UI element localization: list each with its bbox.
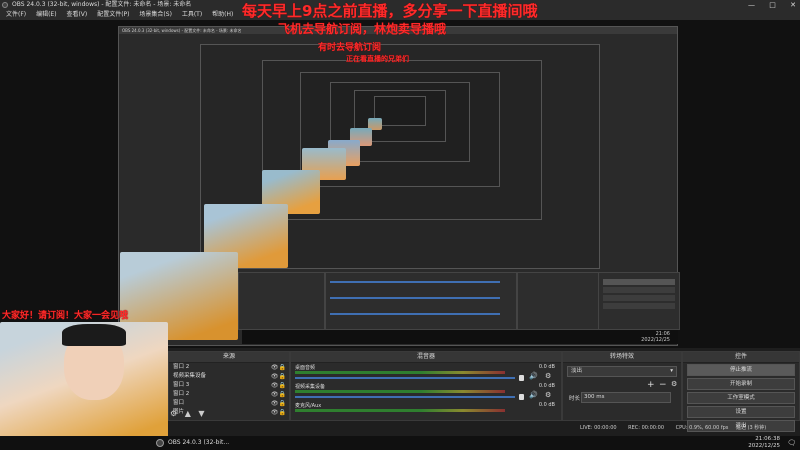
live-timer: LIVE: 00:00:00: [580, 425, 617, 431]
menu-scene-collection[interactable]: 场景集合(S): [139, 11, 172, 18]
controls-dock-title: 控件: [683, 352, 799, 363]
transitions-dock: 转场特效 淡出 ▾ + − ⚙ 时长 300 ms: [562, 351, 682, 421]
obs-app-icon: [2, 2, 8, 8]
volume-meter: [295, 371, 505, 374]
source-item[interactable]: 视频采集设备 👁🔒: [169, 372, 289, 381]
settings-button[interactable]: 设置: [687, 406, 795, 418]
transition-settings-icon[interactable]: ⚙: [671, 380, 677, 388]
taskbar: OBS 24.0.3 (32-bit... 21:06:38 2022/12/2…: [0, 436, 800, 450]
menu-view[interactable]: 查看(V): [66, 11, 87, 18]
move-down-icon[interactable]: ▼: [198, 409, 204, 418]
mixer-channel: 视频采集设备 0.0 dB 🔊 ⚙: [291, 382, 561, 401]
sources-dock-title: 来源: [169, 352, 289, 363]
mixer-channel: 桌面音频 0.0 dB 🔊 ⚙: [291, 363, 561, 382]
status-bar: LIVE: 00:00:00 REC: 00:00:00 CPU: 0.9%, …: [558, 421, 800, 435]
overlay-text-4: 正在看直播的兄弟们: [346, 55, 409, 63]
visibility-lock-icons[interactable]: 👁🔒: [271, 399, 286, 408]
nested-transition-panel: [517, 272, 599, 330]
sources-toolbar: ⚙ ▲ ▼: [170, 409, 205, 418]
nested-date: 2022/12/25: [641, 337, 670, 343]
menu-help[interactable]: 帮助(H): [212, 11, 233, 18]
mixer-channel: 麦克风/Aux 0.0 dB: [291, 401, 561, 420]
taskbar-date: 2022/12/25: [748, 443, 780, 449]
speaker-icon[interactable]: 🔊: [529, 391, 538, 399]
window-title: OBS 24.0.3 (32-bit, windows) - 配置文件: 未命名…: [12, 1, 192, 8]
menu-edit[interactable]: 编辑(E): [36, 11, 56, 18]
source-item[interactable]: 窗口 👁🔒: [169, 399, 289, 408]
nested-sources-panel: [238, 272, 325, 330]
remove-transition-button[interactable]: −: [659, 380, 667, 390]
source-settings-icon[interactable]: ⚙: [170, 409, 177, 418]
menu-tools[interactable]: 工具(T): [182, 11, 202, 18]
channel-settings-icon[interactable]: ⚙: [545, 372, 551, 380]
mixer-dock-title: 混音器: [291, 352, 561, 363]
controls-dock: 控件 停止推流 开始录制 工作室模式 设置 退出: [682, 351, 800, 432]
source-item[interactable]: 窗口 2 👁🔒: [169, 363, 289, 372]
source-item[interactable]: 窗口 2 👁🔒: [169, 390, 289, 399]
close-button[interactable]: ✕: [790, 1, 796, 9]
nested-taskbar: 21:06 2022/12/25: [242, 330, 678, 344]
minimize-button[interactable]: —: [748, 1, 755, 9]
duration-input[interactable]: 300 ms: [581, 392, 671, 403]
mixer-dock: 混音器 桌面音频 0.0 dB 🔊 ⚙ 视频采集设备 0.0 dB 🔊 ⚙ 麦克…: [290, 351, 562, 421]
volume-slider-knob[interactable]: [519, 394, 524, 400]
notification-icon[interactable]: 🗨: [787, 439, 796, 447]
overlay-text-2: 飞机去导航订阅，林炮卖导播哦: [278, 22, 447, 36]
visibility-lock-icons[interactable]: 👁🔒: [271, 381, 286, 390]
source-item[interactable]: 窗口 3 👁🔒: [169, 381, 289, 390]
menu-profile[interactable]: 配置文件(P): [97, 11, 129, 18]
overlay-text-1: 每天早上9点之前直播，多分享一下直播间哦: [242, 2, 538, 20]
maximize-button[interactable]: □: [769, 1, 776, 9]
channel-settings-icon[interactable]: ⚙: [545, 391, 551, 399]
taskbar-app-button[interactable]: OBS 24.0.3 (32-bit...: [168, 439, 229, 446]
visibility-lock-icons[interactable]: 👁🔒: [271, 363, 286, 372]
overlay-text-3: 有时去导航订阅: [318, 43, 382, 53]
cpu-fps: CPU: 0.9%, 60.00 fps: [675, 425, 729, 431]
visibility-lock-icons[interactable]: 👁🔒: [271, 372, 286, 381]
mixer-channel-db: 0.0 dB: [538, 364, 555, 370]
duration-label: 时长: [569, 396, 581, 402]
volume-meter: [295, 409, 505, 412]
webcam-hair: [62, 324, 126, 346]
latency-info: 延迟 (3 秒钟): [735, 425, 767, 431]
speaker-icon[interactable]: 🔊: [529, 372, 538, 380]
visibility-lock-icons[interactable]: 👁🔒: [271, 408, 286, 417]
transition-select[interactable]: 淡出 ▾: [567, 366, 677, 377]
transitions-dock-title: 转场特效: [563, 352, 681, 363]
menu-file[interactable]: 文件(F): [6, 11, 26, 18]
nested-mixer-panel: [325, 272, 517, 330]
taskbar-obs-icon[interactable]: [156, 439, 164, 447]
nested-controls-panel: [598, 272, 680, 330]
visibility-lock-icons[interactable]: 👁🔒: [271, 390, 286, 399]
studio-mode-button[interactable]: 工作室模式: [687, 392, 795, 404]
move-up-icon[interactable]: ▲: [185, 409, 191, 418]
start-recording-button[interactable]: 开始录制: [687, 378, 795, 390]
add-transition-button[interactable]: +: [647, 380, 655, 390]
taskbar-time: 21:06:38: [755, 436, 780, 442]
rec-timer: REC: 00:00:00: [628, 425, 665, 431]
chevron-down-icon: ▾: [670, 368, 673, 374]
volume-slider[interactable]: [295, 396, 515, 398]
mixer-channel-db: 0.0 dB: [538, 383, 555, 389]
mixer-channel-db: 0.0 dB: [538, 402, 555, 408]
stop-streaming-button[interactable]: 停止推流: [687, 364, 795, 376]
volume-slider-knob[interactable]: [519, 375, 524, 381]
overlay-text-5: 大家好！请订阅！大家一会见哦: [2, 311, 129, 321]
volume-meter: [295, 390, 505, 393]
volume-slider[interactable]: [295, 377, 515, 379]
